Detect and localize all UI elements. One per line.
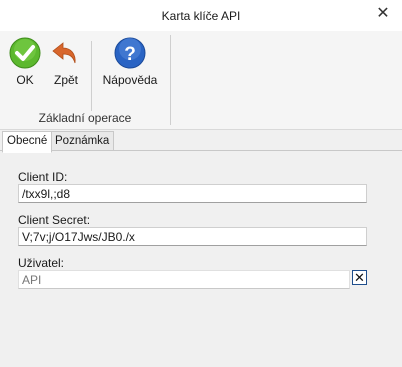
ok-button[interactable]: OK — [8, 37, 42, 87]
clear-user-button[interactable]: ✕ — [352, 270, 367, 285]
user-label: Uživatel: — [18, 256, 65, 270]
client-secret-field[interactable]: V;7v;j/O17Jws/JB0./x — [18, 227, 367, 246]
help-label: Nápověda — [102, 73, 158, 87]
window-title: Karta klíče API — [161, 9, 241, 23]
clear-icon: ✕ — [354, 270, 365, 285]
tab-general[interactable]: Obecné — [2, 131, 53, 153]
close-icon[interactable]: ✕ — [373, 5, 393, 25]
ribbon-separator — [91, 41, 92, 111]
back-label: Zpět — [53, 73, 78, 87]
back-button[interactable]: Zpět — [50, 37, 82, 87]
ok-label: OK — [16, 73, 34, 87]
user-field[interactable]: API — [18, 270, 350, 289]
help-icon: ? — [114, 37, 146, 69]
undo-arrow-icon — [52, 42, 76, 64]
ribbon-toolbar: OK Zpět ? Nápověda Základní operace — [0, 31, 402, 130]
title-bar: Karta klíče API ✕ — [0, 0, 402, 31]
help-button[interactable]: ? Nápověda — [100, 37, 160, 87]
svg-text:?: ? — [124, 44, 136, 65]
client-id-field[interactable]: /txx9l,;d8 — [18, 184, 367, 203]
checkmark-icon — [9, 37, 41, 69]
ribbon-group-label: Základní operace — [38, 111, 132, 125]
client-id-label: Client ID: — [18, 170, 68, 184]
client-secret-label: Client Secret: — [18, 213, 91, 227]
group-separator — [170, 35, 171, 125]
tab-note[interactable]: Poznámka — [50, 131, 115, 152]
